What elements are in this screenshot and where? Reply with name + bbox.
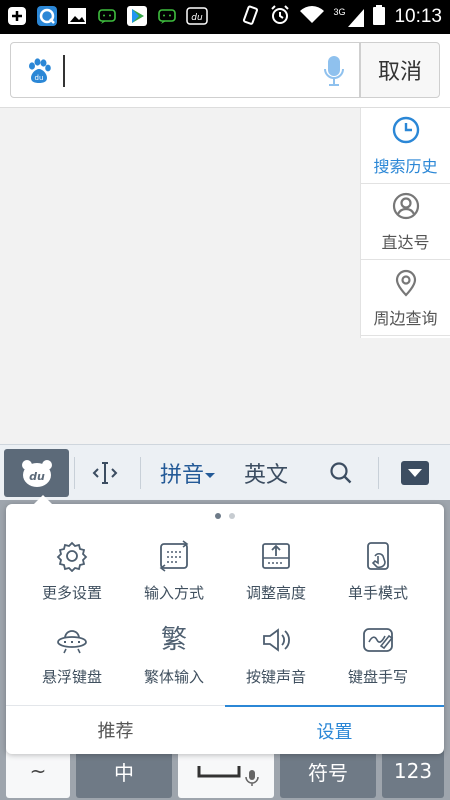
adjust-height-icon xyxy=(258,538,294,574)
grid-item-label: 调整高度 xyxy=(245,584,306,602)
page-dot xyxy=(215,513,221,519)
grid-item-label: 繁体输入 xyxy=(143,668,204,686)
search-header: du 取消 xyxy=(0,34,450,108)
keyboard-settings-popup: 更多设置 输入方式 调整高度 单手模式 悬浮键盘 繁 繁体输入 按键声音 键盘手… xyxy=(6,495,444,754)
chevron-down-icon xyxy=(401,461,429,485)
side-item-search-history[interactable]: 搜索历史 xyxy=(361,108,450,184)
search-icon[interactable] xyxy=(318,445,364,501)
speaker-icon xyxy=(258,622,294,658)
svg-text:du: du xyxy=(35,74,44,82)
svg-text:du: du xyxy=(29,470,45,483)
user-icon xyxy=(391,191,421,225)
collapse-keyboard-button[interactable] xyxy=(393,453,437,493)
side-item-label: 直达号 xyxy=(381,232,430,252)
add-icon xyxy=(6,5,28,27)
traditional-char-icon: 繁 xyxy=(160,625,187,655)
one-hand-mode-button[interactable]: 单手模式 xyxy=(326,538,430,608)
search-input[interactable]: du xyxy=(10,42,360,98)
page-indicator xyxy=(6,513,444,519)
toolbar-divider xyxy=(74,457,75,489)
bear-logo-icon: du xyxy=(21,460,52,487)
gear-icon xyxy=(54,538,90,574)
play-store-icon xyxy=(126,5,148,27)
handwriting-button[interactable]: 键盘手写 xyxy=(326,622,430,692)
floating-keyboard-icon xyxy=(54,622,90,658)
popup-pointer xyxy=(34,495,52,504)
signal-icon: 3G xyxy=(333,7,365,27)
battery-icon xyxy=(372,4,386,30)
tab-settings[interactable]: 设置 xyxy=(225,705,444,754)
location-pin-icon xyxy=(391,267,421,301)
page-dot xyxy=(229,513,235,519)
clock-icon xyxy=(391,115,421,149)
grid-item-label: 按键声音 xyxy=(245,668,306,686)
toolbar-divider xyxy=(378,457,379,489)
grid-item-label: 悬浮键盘 xyxy=(41,668,102,686)
more-settings-button[interactable]: 更多设置 xyxy=(20,538,124,608)
status-bar: du 3G 10:13 xyxy=(0,0,450,34)
svg-text:du: du xyxy=(191,13,203,23)
grid-item-label: 更多设置 xyxy=(41,584,102,602)
network-type: 3G xyxy=(333,7,346,17)
side-item-label: 搜索历史 xyxy=(373,156,438,176)
cursor-move-icon[interactable] xyxy=(82,445,128,501)
grid-item-label: 键盘手写 xyxy=(347,668,408,686)
side-item-label: 周边查询 xyxy=(373,308,438,328)
space-bar-icon xyxy=(197,766,259,786)
side-panel: 搜索历史 直达号 周边查询 xyxy=(360,108,450,338)
clock-time: 10:13 xyxy=(394,6,442,27)
vibrate-icon xyxy=(239,4,261,30)
du-logo-button[interactable]: du xyxy=(4,449,69,497)
text-cursor xyxy=(63,55,65,87)
grid-item-label: 单手模式 xyxy=(347,584,408,602)
alarm-icon xyxy=(269,4,291,30)
side-item-direct[interactable]: 直达号 xyxy=(361,184,450,260)
pinyin-mode-selector[interactable]: 拼音 xyxy=(156,445,220,501)
wifi-icon xyxy=(299,5,325,29)
one-hand-icon xyxy=(360,538,396,574)
english-mode-button[interactable]: 英文 xyxy=(236,445,296,501)
cancel-button[interactable]: 取消 xyxy=(360,42,440,98)
traditional-input-button[interactable]: 繁 繁体输入 xyxy=(122,622,226,692)
gallery-icon xyxy=(66,5,88,27)
notification-icons: du xyxy=(6,5,208,27)
wechat-icon xyxy=(96,5,118,27)
microphone-icon[interactable] xyxy=(323,55,345,87)
input-method-button[interactable]: 输入方式 xyxy=(122,538,226,608)
toolbar-divider xyxy=(140,457,141,489)
handwriting-icon xyxy=(360,622,396,658)
tab-recommend[interactable]: 推荐 xyxy=(6,706,225,754)
key-sound-button[interactable]: 按键声音 xyxy=(224,622,328,692)
grid-item-label: 输入方式 xyxy=(143,584,204,602)
popup-tab-bar: 推荐 设置 xyxy=(6,705,444,754)
input-mode-icon xyxy=(156,538,192,574)
wechat-icon xyxy=(156,5,178,27)
baidu-paw-icon: du xyxy=(25,57,53,85)
adjust-height-button[interactable]: 调整高度 xyxy=(224,538,328,608)
system-icons: 3G 10:13 xyxy=(239,4,442,30)
pinyin-label: 拼音 xyxy=(159,463,204,488)
browser-icon xyxy=(36,5,58,27)
floating-keyboard-button[interactable]: 悬浮键盘 xyxy=(20,622,124,692)
dropdown-arrow-icon xyxy=(204,461,216,486)
baidu-keyboard-icon: du xyxy=(186,5,208,27)
keyboard-toolbar: du 拼音 英文 xyxy=(0,444,450,500)
side-item-nearby[interactable]: 周边查询 xyxy=(361,260,450,336)
